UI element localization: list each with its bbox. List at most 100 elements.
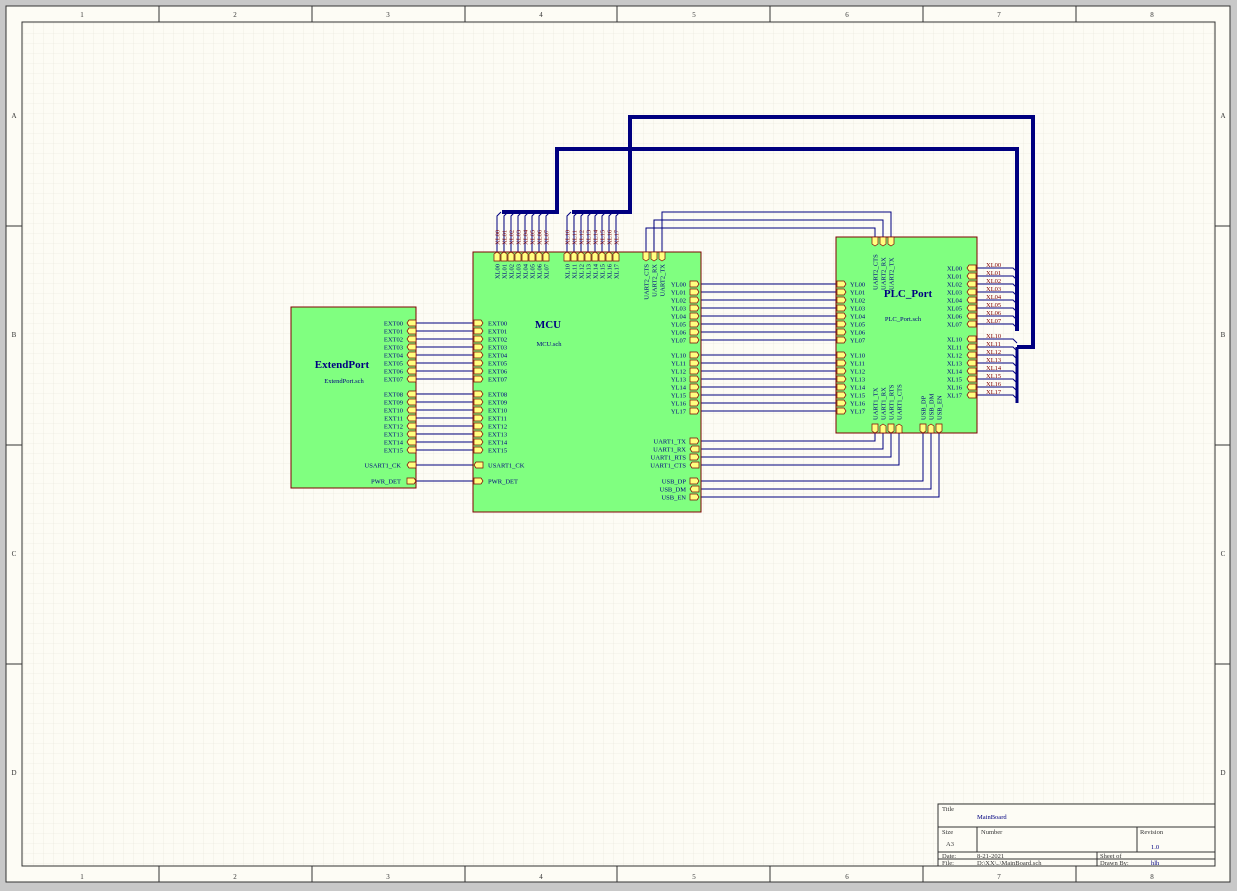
plc-bottom-uart1_tx-entry[interactable] xyxy=(871,423,879,434)
mcu-ext08-entry[interactable] xyxy=(473,390,484,398)
plc-bottom-usb_en-entry[interactable] xyxy=(935,423,943,434)
mcu-ext11-entry[interactable] xyxy=(473,414,484,422)
plc-yl16-entry[interactable] xyxy=(836,399,847,407)
plc-xl14-entry[interactable] xyxy=(966,367,977,375)
extendport-ext12-entry[interactable] xyxy=(406,422,417,430)
mcu-top-xl06-entry[interactable] xyxy=(535,251,543,262)
mcu-ext00-entry[interactable] xyxy=(473,319,484,327)
mcu-top-xl07-entry[interactable] xyxy=(542,251,550,262)
mcu-yl07-entry[interactable] xyxy=(689,336,700,344)
extendport-ext14-entry[interactable] xyxy=(406,438,417,446)
mcu-uart1_rx-entry[interactable] xyxy=(689,445,700,453)
extendport-ext15-entry[interactable] xyxy=(406,446,417,454)
plc-xl00-entry[interactable] xyxy=(966,264,977,272)
mcu-yl14-entry[interactable] xyxy=(689,383,700,391)
plc-yl06-entry[interactable] xyxy=(836,328,847,336)
plc-yl11-entry[interactable] xyxy=(836,359,847,367)
mcu-ext06-entry[interactable] xyxy=(473,367,484,375)
plc-xl03-entry[interactable] xyxy=(966,288,977,296)
plc-yl14-entry[interactable] xyxy=(836,383,847,391)
plc-xl02-entry[interactable] xyxy=(966,280,977,288)
extendport-pwr_det-entry[interactable] xyxy=(406,477,417,485)
plc-xl15-entry[interactable] xyxy=(966,375,977,383)
plc-bottom-usb_dm-entry[interactable] xyxy=(927,423,935,434)
mcu-pwr_det-entry[interactable] xyxy=(473,477,484,485)
mcu-ext02-entry[interactable] xyxy=(473,335,484,343)
plc-yl10-entry[interactable] xyxy=(836,351,847,359)
mcu-uart1_cts-entry[interactable] xyxy=(689,461,700,469)
extendport-ext09-entry[interactable] xyxy=(406,398,417,406)
extendport-ext01-entry[interactable] xyxy=(406,327,417,335)
mcu-top-uart2_cts-entry[interactable] xyxy=(642,251,650,262)
extendport-ext06-entry[interactable] xyxy=(406,367,417,375)
mcu-yl04-entry[interactable] xyxy=(689,312,700,320)
mcu-yl03-entry[interactable] xyxy=(689,304,700,312)
mcu-top-uart2_rx-entry[interactable] xyxy=(650,251,658,262)
extendport-usart1_ck-entry[interactable] xyxy=(406,461,417,469)
plc-top-uart2_rx-entry[interactable] xyxy=(879,236,887,247)
mcu-ext05-entry[interactable] xyxy=(473,359,484,367)
mcu-top-xl05-entry[interactable] xyxy=(528,251,536,262)
plc-xl01-entry[interactable] xyxy=(966,272,977,280)
plc-top-uart2_cts-entry[interactable] xyxy=(871,236,879,247)
mcu-yl10-entry[interactable] xyxy=(689,351,700,359)
mcu-top-xl17-entry[interactable] xyxy=(612,251,620,262)
plc-xl06-entry[interactable] xyxy=(966,312,977,320)
mcu-yl11-entry[interactable] xyxy=(689,359,700,367)
plc-yl17-entry[interactable] xyxy=(836,407,847,415)
mcu-yl05-entry[interactable] xyxy=(689,320,700,328)
mcu-top-uart2_tx-entry[interactable] xyxy=(658,251,666,262)
mcu-top-xl02-entry[interactable] xyxy=(507,251,515,262)
mcu-top-xl11-entry[interactable] xyxy=(570,251,578,262)
mcu-top-xl10-entry[interactable] xyxy=(563,251,571,262)
mcu-ext01-entry[interactable] xyxy=(473,327,484,335)
plc-xl05-entry[interactable] xyxy=(966,304,977,312)
mcu-yl12-entry[interactable] xyxy=(689,367,700,375)
plc-yl04-entry[interactable] xyxy=(836,312,847,320)
mcu-ext14-entry[interactable] xyxy=(473,438,484,446)
extendport-ext08-entry[interactable] xyxy=(406,390,417,398)
extendport-ext03-entry[interactable] xyxy=(406,343,417,351)
mcu-ext12-entry[interactable] xyxy=(473,422,484,430)
plc-xl16-entry[interactable] xyxy=(966,383,977,391)
mcu-top-xl12-entry[interactable] xyxy=(577,251,585,262)
mcu-ext04-entry[interactable] xyxy=(473,351,484,359)
mcu-ext09-entry[interactable] xyxy=(473,398,484,406)
mcu-top-xl13-entry[interactable] xyxy=(584,251,592,262)
extendport-ext10-entry[interactable] xyxy=(406,406,417,414)
extendport-ext05-entry[interactable] xyxy=(406,359,417,367)
plc-xl07-entry[interactable] xyxy=(966,320,977,328)
mcu-top-xl00-entry[interactable] xyxy=(493,251,501,262)
mcu-usb_dm-entry[interactable] xyxy=(689,485,700,493)
mcu-usb_en-entry[interactable] xyxy=(689,493,700,501)
mcu-yl13-entry[interactable] xyxy=(689,375,700,383)
plc-xl11-entry[interactable] xyxy=(966,343,977,351)
plc-xl04-entry[interactable] xyxy=(966,296,977,304)
mcu-yl01-entry[interactable] xyxy=(689,288,700,296)
mcu-top-xl16-entry[interactable] xyxy=(605,251,613,262)
mcu-ext03-entry[interactable] xyxy=(473,343,484,351)
mcu-yl02-entry[interactable] xyxy=(689,296,700,304)
plc-xl13-entry[interactable] xyxy=(966,359,977,367)
mcu-usb_dp-entry[interactable] xyxy=(689,477,700,485)
mcu-yl16-entry[interactable] xyxy=(689,399,700,407)
extendport-ext02-entry[interactable] xyxy=(406,335,417,343)
mcu-yl17-entry[interactable] xyxy=(689,407,700,415)
mcu-yl00-entry[interactable] xyxy=(689,280,700,288)
plc-xl10-entry[interactable] xyxy=(966,335,977,343)
extendport-ext04-entry[interactable] xyxy=(406,351,417,359)
plc-yl01-entry[interactable] xyxy=(836,288,847,296)
mcu-uart1_rts-entry[interactable] xyxy=(689,453,700,461)
plc-xl12-entry[interactable] xyxy=(966,351,977,359)
plc-yl07-entry[interactable] xyxy=(836,336,847,344)
plc-bottom-uart1_rts-entry[interactable] xyxy=(887,423,895,434)
mcu-yl06-entry[interactable] xyxy=(689,328,700,336)
mcu-top-xl01-entry[interactable] xyxy=(500,251,508,262)
mcu-uart1_tx-entry[interactable] xyxy=(689,437,700,445)
extendport-ext11-entry[interactable] xyxy=(406,414,417,422)
plc-bottom-usb_dp-entry[interactable] xyxy=(919,423,927,434)
plc-yl13-entry[interactable] xyxy=(836,375,847,383)
mcu-sheet-symbol[interactable] xyxy=(472,251,702,513)
mcu-top-xl03-entry[interactable] xyxy=(514,251,522,262)
plc-yl15-entry[interactable] xyxy=(836,391,847,399)
